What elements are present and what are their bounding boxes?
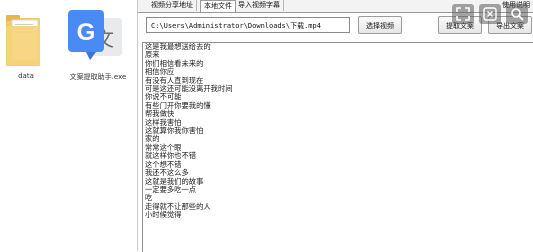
transcript-line: 常常这个眼 [145,142,182,152]
app-window: 视频分享地址 本地文件 导入视频字幕 使用说明 C:\Users\Adminis… [137,0,533,252]
transcript-line: 这个想不错 [145,159,182,169]
tab-import-subtitles[interactable]: 导入视频字幕 [235,0,284,11]
search-icon[interactable] [506,4,528,24]
transcript-textarea[interactable]: 这是我最想送给去的 原来 你们相信看未来的 相信你应 有没有人直到现在 可是这还… [142,42,533,252]
transcript-line: 有些门开你要我的懂 [145,100,211,110]
desktop: data 文 G 文案提取助手.exe [0,0,136,251]
app-file-label: 文案提取助手.exe [69,73,127,81]
folder-icon[interactable] [4,10,44,70]
tab-video-url[interactable]: 视频分享地址 [148,0,197,11]
transcript-line: 这就是我们的故事 [145,176,204,186]
select-video-button[interactable]: 选择视频 [358,16,402,34]
transcript-line: 小时候觉得 [145,210,182,220]
svg-text:G: G [77,19,96,46]
transcript-line: 可是这还可能没离开我时间 [145,84,233,94]
transcript-line: 帮我做快 [145,109,175,119]
close-icon[interactable] [479,4,501,24]
transcript-line: 家的 [145,134,160,144]
transcript-line: 这是我最想送给去的 [145,42,211,51]
transcript-line: 走得就不让那些的人 [145,201,211,211]
expand-icon[interactable] [452,4,474,24]
transcript-line: 你们相信看未来的 [145,58,204,68]
tab-local-file[interactable]: 本地文件 [200,0,236,12]
transcript-line: 一定要多吃一点 [145,184,197,194]
transcript-line: 就这样你也不错 [145,151,197,161]
transcript-line: 这就算你我你害怕 [145,126,204,136]
folder-label: data [18,72,34,80]
translate-app-icon[interactable]: 文 G [66,8,126,70]
file-path-input[interactable]: C:\Users\Administrator\Downloads\下载.mp4 [146,17,350,33]
